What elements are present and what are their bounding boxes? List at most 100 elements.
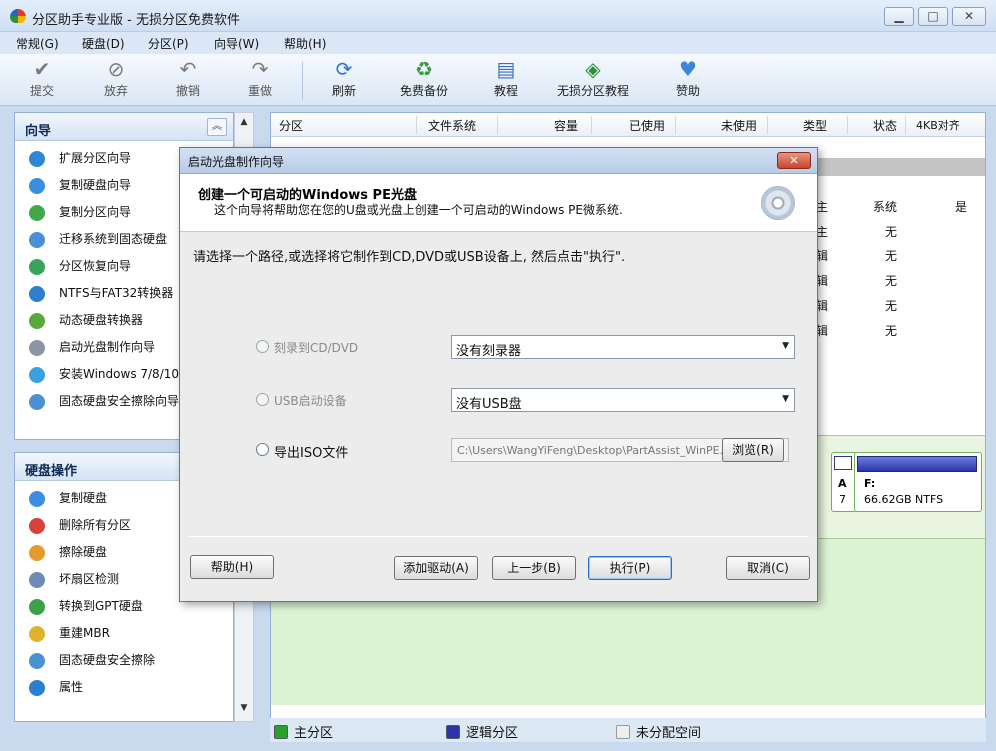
- redo-button[interactable]: ↷ 重做: [248, 58, 272, 99]
- convert-gpt-icon: [29, 599, 45, 615]
- drive-info: 66.62GB NTFS: [864, 493, 944, 506]
- menu-wizard[interactable]: 向导(W): [214, 35, 259, 52]
- dialog-separator: [188, 536, 809, 537]
- disk-item-label: 复制硬盘: [59, 491, 108, 505]
- tutorial-button[interactable]: ▤ 教程: [494, 58, 518, 99]
- disk-item-label: 坏扇区检测: [59, 572, 120, 586]
- usb-radio[interactable]: [256, 393, 269, 406]
- menu-general[interactable]: 常规(G): [16, 35, 59, 52]
- wizard-item-label: 迁移系统到固态硬盘: [59, 232, 168, 246]
- disk-header-row[interactable]: [811, 158, 985, 176]
- menu-disk[interactable]: 硬盘(D): [82, 35, 125, 52]
- col-status[interactable]: 状态: [873, 117, 897, 134]
- help-button[interactable]: 帮助(H): [190, 555, 274, 579]
- backup-icon: ♻: [415, 57, 433, 81]
- donate-label: 赞助: [676, 84, 701, 98]
- chevron-down-icon: ▼: [782, 394, 789, 404]
- wizard-item-label: 扩展分区向导: [59, 151, 132, 165]
- free-backup-button[interactable]: ♻ 免费备份: [400, 58, 448, 99]
- legend-logical-label: 逻辑分区: [466, 726, 519, 741]
- donate-button[interactable]: ♥ 赞助: [676, 58, 700, 99]
- discard-icon: ⊘: [107, 57, 125, 81]
- maximize-button[interactable]: □: [918, 7, 948, 26]
- wizard-panel-title: 向导: [25, 124, 52, 139]
- refresh-button[interactable]: ⟳ 刷新: [332, 58, 356, 99]
- partition-tutorial-label: 无损分区教程: [557, 84, 630, 98]
- primary-swatch-icon: [274, 725, 288, 739]
- browse-button[interactable]: 浏览(R): [722, 438, 784, 462]
- chevron-up-icon: ︽: [212, 121, 222, 132]
- cd-icon: [29, 340, 45, 356]
- wizard-item-label: NTFS与FAT32转换器: [59, 286, 174, 300]
- usb-value: 没有USB盘: [456, 397, 522, 412]
- wizard-item-label: 复制硬盘向导: [59, 178, 132, 192]
- extend-partition-icon: [29, 151, 45, 167]
- undo-icon: ↶: [179, 57, 197, 81]
- disk-item-ssd-erase[interactable]: 固态硬盘安全擦除: [15, 647, 233, 674]
- disk-item-label: 转换到GPT硬盘: [59, 599, 143, 613]
- status-cell: 无: [885, 324, 898, 338]
- usb-select[interactable]: 没有USB盘 ▼: [451, 388, 795, 412]
- disk-item-label: 固态硬盘安全擦除: [59, 653, 156, 667]
- menu-help[interactable]: 帮助(H): [284, 35, 326, 52]
- redo-icon: ↷: [251, 57, 269, 81]
- col-type[interactable]: 类型: [803, 117, 827, 134]
- execute-button[interactable]: 执行(P): [588, 556, 672, 580]
- align-cell: 是: [955, 200, 968, 214]
- col-filesystem[interactable]: 文件系统: [428, 117, 476, 134]
- rebuild-mbr-icon: [29, 626, 45, 642]
- unallocated-swatch-icon: [616, 725, 630, 739]
- disk-item-properties[interactable]: 属性: [15, 674, 233, 701]
- col-4k-align[interactable]: 4KB对齐: [916, 117, 960, 133]
- legend-bar: 主分区 逻辑分区 未分配空间: [270, 718, 986, 742]
- delete-icon: [29, 518, 45, 534]
- col-used[interactable]: 已使用: [629, 117, 665, 134]
- submit-button[interactable]: ✔ 提交: [30, 58, 54, 99]
- status-cell: 无: [885, 249, 898, 263]
- cancel-button[interactable]: 取消(C): [726, 556, 810, 580]
- close-icon: ✕: [789, 154, 799, 167]
- dialog-header: 创建一个可启动的Windows PE光盘 这个向导将帮助您在您的U盘或光盘上创建…: [180, 174, 817, 232]
- status-cell: 无: [885, 225, 898, 239]
- partition-tutorial-icon: ◈: [585, 57, 601, 81]
- close-button[interactable]: ✕: [952, 7, 986, 26]
- minimize-button[interactable]: ▁: [884, 7, 914, 26]
- disk-item-label: 重建MBR: [59, 626, 110, 640]
- iso-radio[interactable]: [256, 443, 269, 456]
- dialog-title: 启动光盘制作向导: [188, 155, 285, 169]
- burn-cd-radio[interactable]: [256, 340, 269, 353]
- add-driver-button[interactable]: 添加驱动(A): [394, 556, 478, 580]
- prev-step-button[interactable]: 上一步(B): [492, 556, 576, 580]
- dialog-close-button[interactable]: ✕: [777, 152, 811, 169]
- collapse-button[interactable]: ︽: [207, 118, 227, 136]
- col-unused[interactable]: 未使用: [721, 117, 757, 134]
- undo-button[interactable]: ↶ 撤销: [176, 58, 200, 99]
- disk-item-rebuild-mbr[interactable]: 重建MBR: [15, 620, 233, 647]
- burner-select[interactable]: 没有刻录器 ▼: [451, 335, 795, 359]
- title-bar: 分区助手专业版 - 无损分区免费软件 ▁ □ ✕: [0, 0, 996, 32]
- scroll-down-icon[interactable]: ▼: [235, 703, 253, 719]
- maximize-icon: □: [927, 9, 939, 23]
- col-capacity[interactable]: 容量: [554, 117, 578, 134]
- wipe-icon: [29, 545, 45, 561]
- discard-label: 放弃: [104, 84, 129, 98]
- menu-partition[interactable]: 分区(P): [148, 35, 189, 52]
- windows-icon: [29, 367, 45, 383]
- dialog-subheading: 这个向导将帮助您在您的U盘或光盘上创建一个可启动的Windows PE微系统.: [214, 203, 623, 217]
- wizard-item-label: 分区恢复向导: [59, 259, 132, 273]
- scroll-up-icon[interactable]: ▲: [235, 117, 253, 133]
- partition-tutorial-button[interactable]: ◈ 无损分区教程: [557, 58, 629, 99]
- logical-swatch-icon: [446, 725, 460, 739]
- status-cell: 无: [885, 274, 898, 288]
- copy-partition-icon: [29, 205, 45, 221]
- col-partition[interactable]: 分区: [279, 117, 303, 134]
- partition-bar: [834, 456, 852, 470]
- legend-primary: 主分区: [274, 722, 333, 741]
- discard-button[interactable]: ⊘ 放弃: [104, 58, 128, 99]
- menu-bar: 常规(G) 硬盘(D) 分区(P) 向导(W) 帮助(H): [0, 32, 996, 54]
- drive-f-box[interactable]: F: 66.62GB NTFS: [854, 452, 982, 512]
- undo-label: 撤销: [176, 84, 201, 98]
- redo-label: 重做: [248, 84, 273, 98]
- heart-icon: ♥: [679, 57, 697, 81]
- submit-label: 提交: [30, 84, 55, 98]
